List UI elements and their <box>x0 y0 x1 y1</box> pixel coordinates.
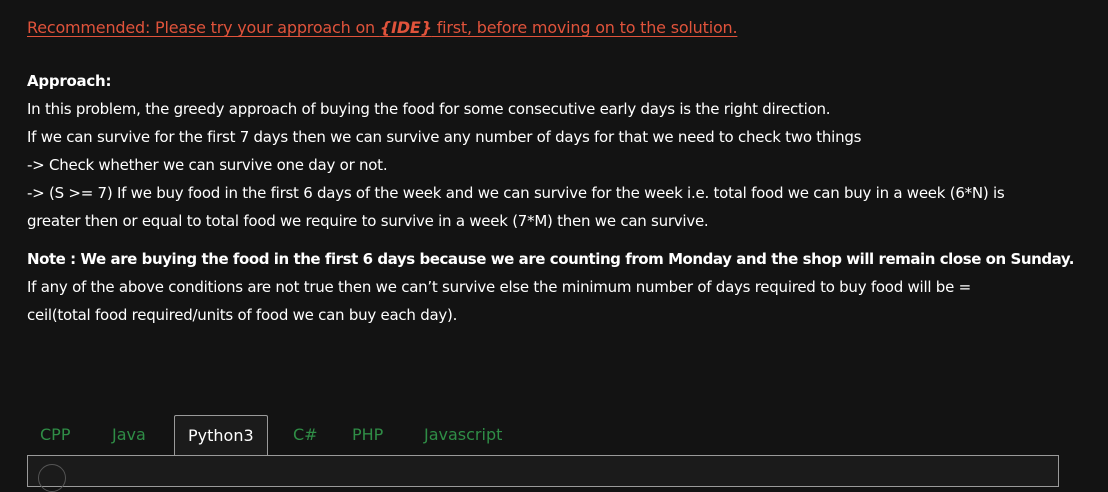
conclusion-line: ceil(total food required/units of food w… <box>27 306 458 324</box>
tab-python3[interactable]: Python3 <box>174 415 268 457</box>
tab-cpp[interactable]: CPP <box>40 415 70 455</box>
note-text: Note : We are buying the food in the fir… <box>27 250 1075 268</box>
approach-line: -> Check whether we can survive one day … <box>27 156 388 174</box>
tab-php[interactable]: PHP <box>352 415 383 455</box>
recommendation-link[interactable]: Recommended: Please try your approach on… <box>27 17 738 39</box>
recommendation-suffix: first, before moving on to the solution. <box>431 18 738 37</box>
tab-javascript[interactable]: Javascript <box>424 415 502 455</box>
ide-link[interactable]: {IDE} <box>380 18 432 37</box>
conclusion-line: If any of the above conditions are not t… <box>27 278 971 296</box>
tab-java[interactable]: Java <box>112 415 146 455</box>
approach-heading: Approach: <box>27 72 112 90</box>
approach-line: If we can survive for the first 7 days t… <box>27 128 862 146</box>
code-panel <box>27 455 1059 492</box>
recommendation-prefix: Recommended: Please try your approach on <box>27 18 380 37</box>
copy-icon[interactable] <box>38 464 66 492</box>
language-tabs: CPP Java Python3 C# PHP Javascript <box>27 415 1059 457</box>
approach-line: greater then or equal to total food we r… <box>27 212 709 230</box>
approach-line: -> (S >= 7) If we buy food in the first … <box>27 184 1005 202</box>
tab-csharp[interactable]: C# <box>293 415 318 455</box>
approach-line: In this problem, the greedy approach of … <box>27 100 831 118</box>
